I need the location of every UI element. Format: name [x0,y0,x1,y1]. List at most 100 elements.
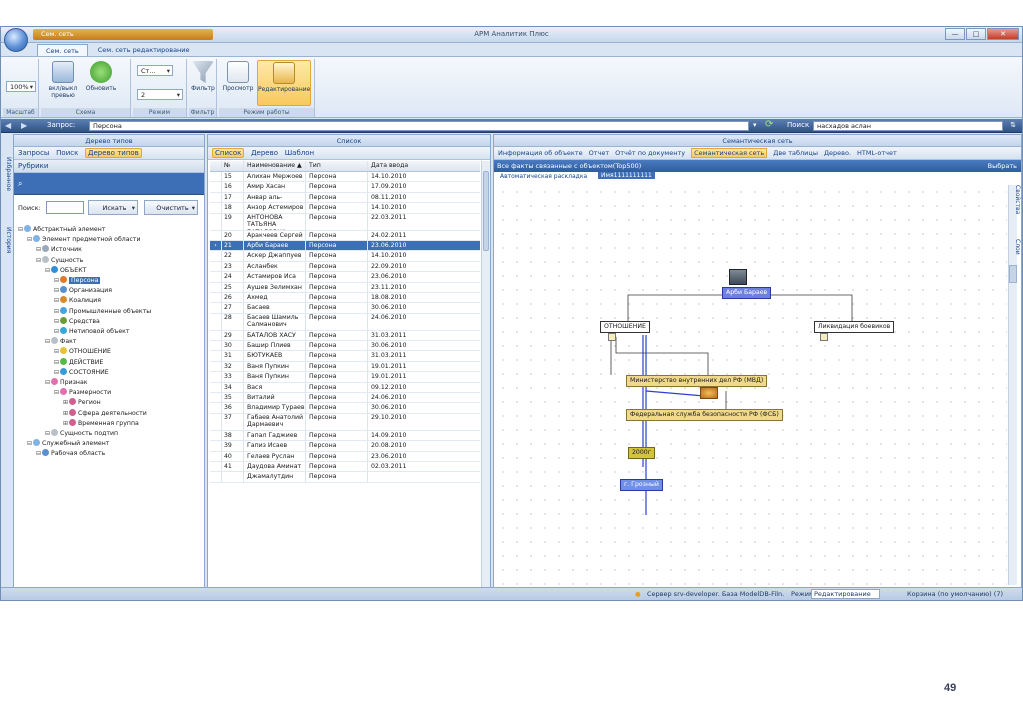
list-tab[interactable]: Список [212,148,245,158]
choose-button[interactable]: Выбрать [988,160,1017,172]
application-menu-icon[interactable] [4,28,28,52]
column-header[interactable]: Наименование ▲ [244,161,306,171]
table-row[interactable]: 22 Аскер Джаппуев Персона 14.10.2010 [210,251,480,262]
semantic-toolbar-item[interactable]: Дерево. [824,149,851,157]
semantic-toolbar-item[interactable]: Отчет [589,149,610,157]
table-row[interactable]: 31БЮТУКАЕВ АСЛАНПерсона31.03.2011 [210,351,480,362]
tree-node[interactable]: ⊟ ДЕЙСТВИЕ [18,357,200,368]
node-mvd[interactable]: Министерство внутренних дел РФ (МВД) [626,375,768,387]
tree-node[interactable]: ⊟ Средства [18,316,200,327]
node-year[interactable]: 2000г [628,447,655,459]
table-row[interactable]: 34 Вася Персона 09.12.2010 [210,382,480,394]
table-row[interactable]: 25 Аушев Зелимхан Персона 23.11.2010 [210,282,480,293]
tree-expand-icon[interactable]: ⊞ [63,399,68,406]
table-row[interactable]: 37 Габаев Анатолий Дармаевич Персона 29.10.… [210,413,480,431]
node-liquidation[interactable]: Ликвидация боевиков [814,321,895,333]
dropdown-icon[interactable]: ▾ [753,121,757,129]
tree-expand-icon[interactable]: ⊟ [54,297,59,304]
tree-node[interactable]: ⊟ Сущность [18,255,200,266]
tab-auto-layout[interactable]: Автоматическая раскладка [500,173,587,180]
tree-node[interactable]: ⊟ ОТНОШЕНИЕ [18,347,200,357]
table-row[interactable]: 30 Башир Плиев Персона 30.06.2010 [210,341,480,352]
type-tree-tab[interactable]: Дерево типов [85,148,142,158]
query-input[interactable]: Персона [89,121,749,131]
queries-tab[interactable]: Запросы [18,149,49,157]
table-row[interactable]: 33Ваня Пупкин Тест ДваПерсона19.01.2011 [210,372,480,383]
table-row[interactable]: 40 Гелаев Руслан Персона 23.06.2010 [210,451,480,462]
tree-expand-icon[interactable]: ⊞ [63,420,68,427]
table-row[interactable]: 24 Астамиров Иса Персона 23.06.2010 [210,272,480,283]
semantic-toolbar-item[interactable]: HTML-отчет [857,149,897,157]
table-row[interactable]: 16 Амир Хасан Персона 17.09.2010 [210,182,480,193]
tree-expand-icon[interactable]: ⊟ [45,379,50,386]
tree-node[interactable]: ⊟ Признак [18,378,200,388]
node-person[interactable]: Арби Бараев [722,287,772,299]
table-row[interactable]: 35Виталий ВедерниковПерсона24.06.2010 [210,393,480,404]
rubrics-bar[interactable]: Рубрики [14,160,204,173]
view-mode-button[interactable]: Просмотр [221,61,255,92]
canvas-vscroll-thumb[interactable] [1009,265,1017,283]
tree-clear-button[interactable]: Очистить [144,200,198,215]
tree-node[interactable]: ⊟ СОСТОЯНИЕ [18,367,200,378]
tree-expand-icon[interactable]: ⊟ [36,450,41,457]
tree-expand-icon[interactable]: ⊟ [54,287,59,294]
table-row[interactable]: 15 Алихан Мержоев Персона 14.10.2010 [210,172,480,183]
tree-node[interactable]: ⊟ Персона [18,276,200,286]
tree-expand-icon[interactable]: ⊟ [18,226,23,233]
column-header[interactable]: № [222,161,244,171]
tree-expand-icon[interactable]: ⊟ [36,246,41,253]
search-tab[interactable]: Поиск [56,149,78,157]
node-relation[interactable]: ОТНОШЕНИЕ [600,321,650,333]
template-tab[interactable]: Шаблон [285,149,314,157]
toggle-preview-button[interactable]: вкл/выкл превью [43,61,83,99]
tree-node[interactable]: ⊟ Источник [18,245,200,255]
tree-expand-icon[interactable]: ⊞ [63,410,68,417]
tree-node[interactable]: ⊟ Факт [18,337,200,347]
tree-expand-icon[interactable]: ⊟ [45,430,50,437]
semantic-toolbar-item[interactable]: Информация об объекте [498,149,583,157]
tree-expand-icon[interactable]: ⊟ [54,277,59,284]
mode-select-1[interactable]: Ст... [137,65,173,76]
node-fsb[interactable]: Федеральная служба безопасности РФ (ФСБ) [626,409,783,421]
tab-sem-net-edit[interactable]: Сем. сеть редактирование [90,44,198,56]
list-scrollbar[interactable] [481,161,490,600]
tree-expand-icon[interactable]: ⊟ [54,359,59,366]
tree-expand-icon[interactable]: ⊟ [54,369,59,376]
refresh-query-icon[interactable]: ⟳ [765,119,773,130]
tree-node[interactable]: ⊞ Временная группа [18,418,200,429]
tree-expand-icon[interactable]: ⊟ [54,348,59,355]
tree-expand-icon[interactable]: ⊟ [27,236,32,243]
table-row[interactable]: 32Ваня Пупкин ТестПерсона19.01.2011 [210,361,480,373]
filter-button[interactable]: Фильтр [191,61,215,92]
semantic-canvas[interactable]: Арби Бараев ОТНОШЕНИЕ Ликвидация боевико… [496,185,1007,585]
favorites-side-tab[interactable]: Избранное [2,157,12,191]
zoom-select[interactable]: 100% [6,81,36,92]
table-row[interactable]: 38 Гапал Гаджиев Персона 14.09.2010 [210,430,480,442]
node-city[interactable]: г. Грозный [620,479,663,491]
mode-select[interactable]: Редактирование [811,589,880,599]
tree-node[interactable]: ⊟ Служебный элемент [18,439,200,449]
semantic-toolbar-item[interactable]: Отчёт по документу [615,149,685,157]
mode-select-2[interactable]: 2 [137,89,183,100]
table-row[interactable]: 29 БАТАЛОВ ХАСУ Персона 31.03.2011 [210,330,480,342]
semantic-toolbar-item[interactable]: Семантическая сеть [691,148,768,158]
search-options-icon[interactable]: ⇅ [1010,121,1016,129]
table-row[interactable]: 18 Анзор Астемиров Персона 14.10.2010 [210,203,480,214]
tree-node[interactable]: ⊟ Организация [18,286,200,296]
semantic-toolbar-item[interactable]: Две таблицы [773,149,818,157]
tree-search-button[interactable]: Искать [88,200,138,215]
table-row[interactable]: 27Басаев (террорист)Персона30.06.2010 [210,303,480,314]
basket-info[interactable]: Корзина (по умолчанию) (7) [907,590,1003,598]
tree-node[interactable]: ⊟ Размерности [18,388,200,398]
search-input[interactable]: насхадов аслан [813,121,1003,131]
table-row[interactable]: 19АНТОНОВА ТАТЬЯНА БАТАЛОВНАПерсона22.03… [210,213,480,231]
tree-search-input[interactable] [46,201,84,214]
tree-node[interactable]: ⊟ Коалиция [18,296,200,306]
list-scroll-thumb[interactable] [483,171,489,251]
properties-side-tab[interactable]: Свойства [1011,185,1021,214]
tree-expand-icon[interactable]: ⊟ [27,440,32,447]
table-row[interactable]: 39 Гапиз Исаев Персона 20.08.2010 [210,441,480,452]
minimize-button[interactable]: — [945,28,965,40]
history-side-tab[interactable]: История [2,227,12,253]
tree-node[interactable]: ⊟ Промышленные объекты [18,306,200,317]
